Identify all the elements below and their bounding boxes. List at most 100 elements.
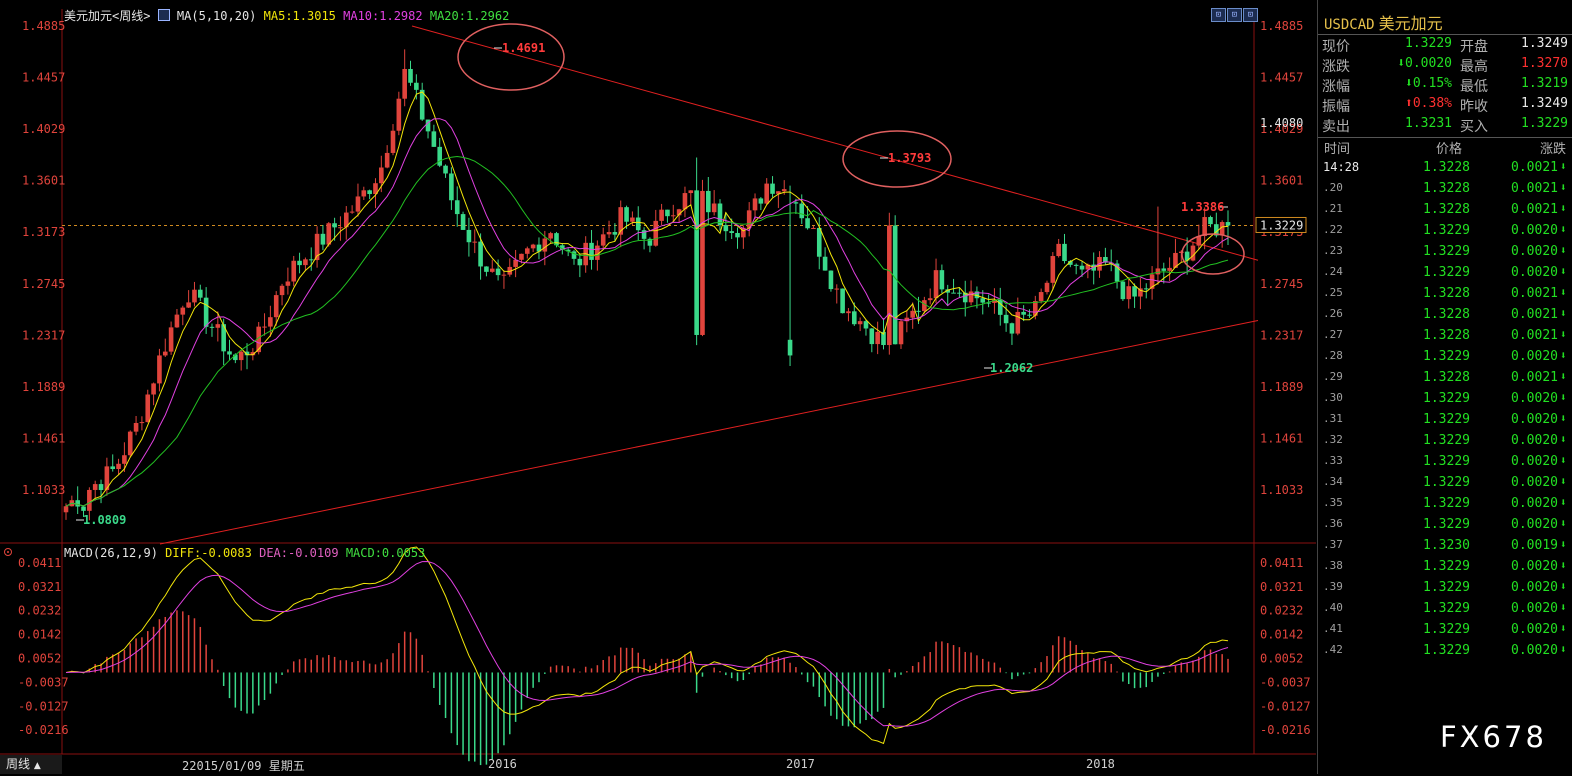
tick-row[interactable]: .29 1.3228 0.0021 ⬇ <box>1318 370 1572 391</box>
ma-indicator-icon[interactable] <box>157 9 170 21</box>
tick-price: 1.3229 <box>1423 265 1470 280</box>
tick-row[interactable]: .24 1.3229 0.0020 ⬇ <box>1318 265 1572 286</box>
candle-body <box>151 383 156 395</box>
tick-change: 0.0020 <box>1511 244 1558 259</box>
price-axis-label-left: 1.3601 <box>22 174 65 188</box>
tick-row[interactable]: .38 1.3229 0.0020 ⬇ <box>1318 559 1572 580</box>
candle-body <box>127 431 133 456</box>
candle-body <box>361 190 367 197</box>
quote-value: 1.3270 <box>1521 56 1568 71</box>
candle-body <box>396 98 402 131</box>
toolbar-button-3[interactable]: ⊡ <box>1243 8 1258 22</box>
period-label: 周线 <box>6 757 31 771</box>
candle-body <box>355 196 361 212</box>
low-label: 1.0809 <box>83 513 126 527</box>
macd-axis-label-left: 0.0052 <box>18 652 61 666</box>
tick-row[interactable]: .34 1.3229 0.0020 ⬇ <box>1318 475 1572 496</box>
tick-row[interactable]: .33 1.3229 0.0020 ⬇ <box>1318 454 1572 475</box>
price-axis-label-right: 1.1889 <box>1260 380 1303 394</box>
tick-row[interactable]: .31 1.3229 0.0020 ⬇ <box>1318 412 1572 433</box>
tick-time: .25 <box>1323 286 1343 299</box>
tick-row[interactable]: .22 1.3229 0.0020 ⬇ <box>1318 223 1572 244</box>
candle-body <box>811 227 816 229</box>
candle-body <box>682 193 688 210</box>
tick-change: 0.0020 <box>1511 622 1558 637</box>
ma20-line <box>65 155 1229 507</box>
tick-change: 0.0020 <box>1511 412 1558 427</box>
macd-axis-label-left: 0.0321 <box>18 580 61 594</box>
toolbar-button-2[interactable]: ⊡ <box>1227 8 1242 22</box>
period-selector-button[interactable]: 周线 ▲ <box>0 755 62 774</box>
candle-body <box>764 183 770 204</box>
candle-body <box>1132 286 1137 297</box>
candle-body <box>227 351 232 355</box>
tick-row[interactable]: 14:28 1.3228 0.0021 ⬇ <box>1318 160 1572 181</box>
candle-body <box>770 183 775 194</box>
tick-row[interactable]: .28 1.3229 0.0020 ⬇ <box>1318 349 1572 370</box>
tick-price: 1.3228 <box>1423 202 1470 217</box>
macd-axis-label-left: -0.0127 <box>18 699 69 713</box>
tick-row[interactable]: .39 1.3229 0.0020 ⬇ <box>1318 580 1572 601</box>
candle-body <box>1038 292 1044 302</box>
candle-body <box>1015 311 1021 334</box>
tick-row[interactable]: .23 1.3229 0.0020 ⬇ <box>1318 244 1572 265</box>
candle-body <box>1126 286 1132 300</box>
tick-row[interactable]: .35 1.3229 0.0020 ⬇ <box>1318 496 1572 517</box>
time-label-2018: 2018 <box>1086 757 1115 771</box>
tick-row[interactable]: .37 1.3230 0.0019 ⬇ <box>1318 538 1572 559</box>
candle-body <box>519 253 524 260</box>
down-arrow-icon: ⬇ <box>1560 202 1567 215</box>
tick-row[interactable]: .26 1.3228 0.0021 ⬇ <box>1318 307 1572 328</box>
candle-body <box>822 256 828 271</box>
tick-time: .36 <box>1323 517 1343 530</box>
tick-time: .38 <box>1323 559 1343 572</box>
candle-body <box>630 217 635 222</box>
tick-row[interactable]: .42 1.3229 0.0020 ⬇ <box>1318 643 1572 664</box>
quote-value: 1.3231 <box>1405 116 1452 131</box>
tick-price: 1.3229 <box>1423 580 1470 595</box>
macd-dea-line <box>65 560 1229 727</box>
candle-body <box>939 270 945 290</box>
candle-body <box>402 68 407 99</box>
tick-time: .41 <box>1323 622 1343 635</box>
symbol-code: USDCAD <box>1324 17 1375 33</box>
candle-body <box>910 310 915 318</box>
low-label: 1.2062 <box>990 361 1033 375</box>
candle-body <box>840 288 845 314</box>
ma5-line <box>65 91 1229 507</box>
candle-body <box>1003 314 1009 324</box>
kline-chart[interactable]: 1.4885 1.4885 1.4457 1.4457 1.4029 1.4029 1.36… <box>0 0 1544 774</box>
candle-body <box>933 270 939 299</box>
tick-row[interactable]: .36 1.3229 0.0020 ⬇ <box>1318 517 1572 538</box>
tick-row[interactable]: .25 1.3228 0.0021 ⬇ <box>1318 286 1572 307</box>
quote-panel: USDCAD 美元加元 现价 1.3229 开盘 1.3249 涨跌 ⬇0.0020 最高 1.… <box>1317 0 1572 774</box>
candle-body <box>700 190 705 335</box>
tick-row[interactable]: .30 1.3229 0.0020 ⬇ <box>1318 391 1572 412</box>
tick-row[interactable]: .20 1.3228 0.0021 ⬇ <box>1318 181 1572 202</box>
tick-row[interactable]: .41 1.3229 0.0020 ⬇ <box>1318 622 1572 643</box>
candle-body <box>1208 217 1213 225</box>
tick-change: 0.0020 <box>1511 580 1558 595</box>
ticks-header: 时间 价格 涨跌 <box>1318 138 1572 158</box>
candle-body <box>717 203 723 226</box>
toolbar-button-1[interactable]: ⊡ <box>1211 8 1226 22</box>
candle-body <box>454 200 460 215</box>
tick-row[interactable]: .32 1.3229 0.0020 ⬇ <box>1318 433 1572 454</box>
quote-value: 1.3229 <box>1405 36 1452 51</box>
tick-row[interactable]: .40 1.3229 0.0020 ⬇ <box>1318 601 1572 622</box>
down-arrow-icon: ⬇ <box>1560 433 1567 446</box>
indicator-settings-icon[interactable] <box>4 548 12 556</box>
price-axis-label-left: 1.3173 <box>22 225 65 239</box>
quote-label: 开盘 <box>1460 39 1488 55</box>
candle-body <box>320 233 326 245</box>
tick-row[interactable]: .21 1.3228 0.0021 ⬇ <box>1318 202 1572 223</box>
candle-body <box>1073 264 1079 266</box>
tick-price: 1.3229 <box>1423 643 1470 658</box>
price-axis-label-right: 1.1461 <box>1260 431 1303 445</box>
price-chart-canvas[interactable]: 1.4885 1.48851.4457 1.44571.4029 1.40291.36… <box>0 0 1316 774</box>
candle-body <box>875 331 880 345</box>
down-arrow-icon: ⬇ <box>1560 475 1567 488</box>
tick-row[interactable]: .27 1.3228 0.0021 ⬇ <box>1318 328 1572 349</box>
candle-body <box>139 422 145 424</box>
tick-price: 1.3229 <box>1423 559 1470 574</box>
